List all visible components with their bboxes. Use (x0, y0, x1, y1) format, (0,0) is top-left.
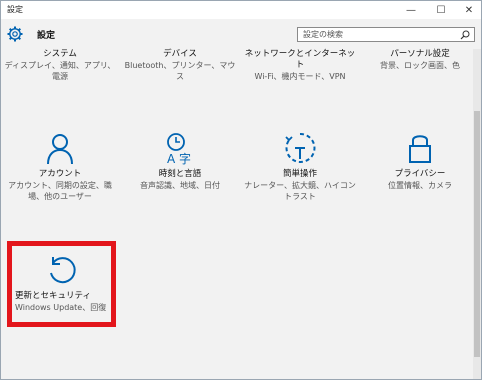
tile-description: Wi-Fi、機内モード、VPN (254, 72, 346, 81)
search-input[interactable]: 設定の検索 (297, 27, 475, 42)
tile-label: デバイス (163, 49, 197, 59)
tile-privacy[interactable]: プライバシー 位置情報、カメラ (361, 131, 479, 191)
search-icon[interactable] (460, 30, 470, 40)
settings-window: 設定 — ☐ ✕ 設定 設定の検索 システム ディスプレイ、通知、アプリ、電源 … (0, 0, 482, 380)
tile-label: 時刻と言語 (158, 169, 202, 179)
scrollbar[interactable] (473, 49, 481, 379)
ease-of-access-icon (285, 132, 316, 163)
minimize-button[interactable]: — (397, 1, 425, 19)
person-icon (47, 134, 73, 165)
title-bar: 設定 — ☐ ✕ (1, 1, 481, 19)
tile-network[interactable]: ネットワークとインターネット Wi-Fi、機内モード、VPN (241, 49, 359, 82)
tile-description: 位置情報、カメラ (388, 181, 452, 190)
highlight-box (7, 241, 116, 327)
svg-text:A: A (167, 152, 176, 165)
tile-description: 背景、ロック画面、色 (380, 61, 460, 70)
tile-label: 簡単操作 (282, 169, 317, 179)
tile-label: パーソナル設定 (390, 49, 450, 59)
tile-devices[interactable]: デバイス Bluetooth、プリンター、マウス (121, 49, 239, 82)
window-title: 設定 (7, 5, 23, 14)
gear-icon (7, 26, 23, 42)
tile-ease-of-access[interactable]: 簡単操作 ナレーター、拡大鏡、ハイコントラスト (241, 131, 359, 202)
svg-text:字: 字 (179, 151, 191, 165)
tile-description: ナレーター、拡大鏡、ハイコントラスト (244, 181, 356, 201)
close-button[interactable]: ✕ (455, 1, 482, 19)
time-language-icon: A 字 (167, 133, 191, 165)
tile-description: ディスプレイ、通知、アプリ、電源 (4, 61, 116, 81)
tile-personalization[interactable]: パーソナル設定 背景、ロック画面、色 (361, 49, 479, 71)
tile-label: プライバシー (394, 169, 446, 179)
tile-label: システム (43, 49, 77, 59)
lock-icon (409, 135, 431, 163)
tile-label: アカウント (38, 169, 82, 179)
search-placeholder: 設定の検索 (303, 30, 343, 39)
tile-accounts[interactable]: アカウント アカウント、同期の設定、職場、他のユーザー (1, 131, 119, 202)
tile-time-language[interactable]: A 字 時刻と言語 音声認識、地域、日付 (121, 131, 239, 191)
tile-system[interactable]: システム ディスプレイ、通知、アプリ、電源 (1, 49, 119, 82)
maximize-button[interactable]: ☐ (427, 1, 455, 19)
page-title: 設定 (37, 31, 56, 41)
tile-label: ネットワークとインターネット (244, 49, 356, 70)
tile-description: 音声認識、地域、日付 (140, 181, 220, 190)
tile-description: アカウント、同期の設定、職場、他のユーザー (8, 181, 112, 201)
settings-header: 設定 設定の検索 (1, 19, 481, 49)
tile-description: Bluetooth、プリンター、マウス (124, 61, 236, 81)
